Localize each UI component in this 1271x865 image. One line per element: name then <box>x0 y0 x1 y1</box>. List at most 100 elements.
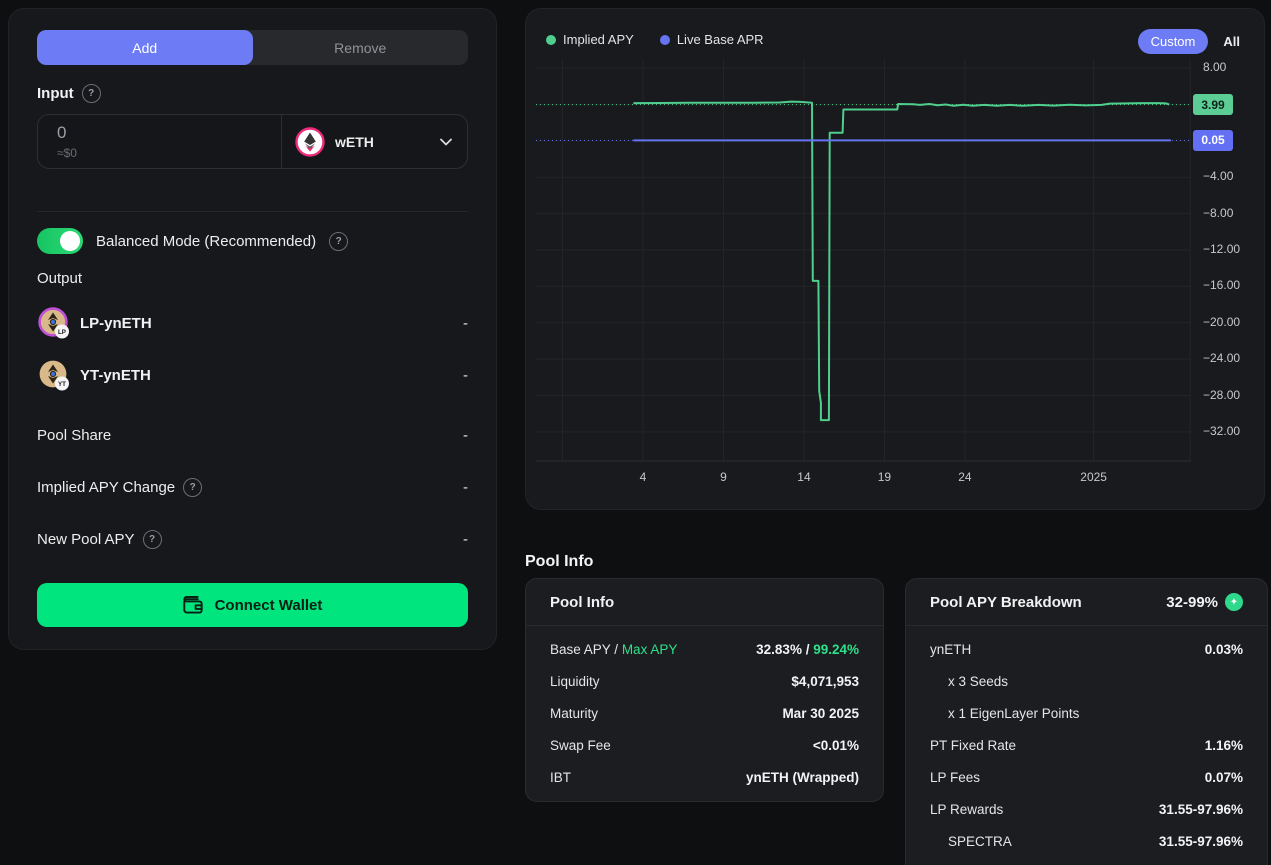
balanced-mode-label: Balanced Mode (Recommended) <box>96 233 316 250</box>
card-row: LP Fees 0.07% <box>930 761 1243 793</box>
card-row-value: <0.01% <box>813 738 859 753</box>
card-row: SPECTRA 31.55-97.96% <box>930 825 1243 857</box>
card-row: PT Fixed Rate 1.16% <box>930 729 1243 761</box>
output-value: - <box>463 315 468 332</box>
summary-value: - <box>463 531 468 548</box>
card-row-value: 32.83% / 99.24% <box>756 642 859 657</box>
tab-add[interactable]: Add <box>37 30 253 65</box>
card-row: IBTynETH (Wrapped) <box>550 761 859 793</box>
sparkle-icon[interactable] <box>1225 593 1243 611</box>
pool-info-card-header: Pool Info <box>526 579 883 626</box>
connect-wallet-label: Connect Wallet <box>215 597 323 614</box>
pool-info-card-title: Pool Info <box>550 594 614 611</box>
card-row-value: 31.55-97.96% <box>1159 834 1243 849</box>
card-row-value: 0.07% <box>1205 770 1243 785</box>
pool-apy-breakdown-card: Pool APY Breakdown 32-99% ynETH 0.03% x 3 … <box>905 578 1268 865</box>
card-row-label: PT Fixed Rate <box>930 738 1016 753</box>
input-label-row: Input <box>37 83 468 103</box>
help-icon[interactable] <box>143 530 162 549</box>
help-icon[interactable] <box>183 478 202 497</box>
card-row-value: 0.03% <box>1205 642 1243 657</box>
divider <box>37 211 468 212</box>
summary-row: Pool Share - <box>37 426 468 444</box>
input-label: Input <box>37 85 74 102</box>
x-axis-label: 24 <box>930 470 1000 484</box>
output-row: LP LP-ynETH- <box>37 306 468 340</box>
pool-apy-card-title: Pool APY Breakdown <box>930 594 1082 611</box>
last-value-badge: 3.99 <box>1193 94 1233 115</box>
pool-info-heading: Pool Info <box>525 553 593 571</box>
svg-text:LP: LP <box>58 329 66 336</box>
card-row-value: Mar 30 2025 <box>782 706 859 721</box>
y-axis-label: −16.00 <box>1203 278 1265 292</box>
output-label: Output <box>37 270 468 288</box>
weth-token-icon <box>295 127 325 157</box>
card-row: Swap Fee<0.01% <box>550 729 859 761</box>
card-row-value: 31.55-97.96% <box>1159 802 1243 817</box>
amount-area[interactable]: 0 ≈$0 <box>38 115 281 168</box>
summary-row: Implied APY Change- <box>37 478 468 496</box>
yt-token-icon: YT <box>37 358 71 392</box>
pool-apy-card-header: Pool APY Breakdown 32-99% <box>906 579 1267 626</box>
chevron-down-icon <box>440 138 452 146</box>
card-row: ynETH 0.03% <box>930 633 1243 665</box>
add-remove-tabs: Add Remove <box>37 30 468 65</box>
summary-label: Implied APY Change <box>37 479 175 496</box>
card-row: x 3 Seeds <box>930 665 1243 697</box>
help-icon[interactable] <box>329 232 348 251</box>
y-axis-label: −28.00 <box>1203 388 1265 402</box>
summary-label: Pool Share <box>37 427 111 444</box>
y-axis-label: −12.00 <box>1203 242 1265 256</box>
card-row-label: ynETH <box>930 642 971 657</box>
summary-value: - <box>463 427 468 444</box>
pool-info-card: Pool Info Base APY / Max APY 32.83% / 99.… <box>525 578 884 802</box>
y-axis-label: −4.00 <box>1203 169 1265 183</box>
card-row-label: LP Fees <box>930 770 980 785</box>
tab-remove[interactable]: Remove <box>253 30 469 65</box>
card-row: LP Rewards31.55-97.96% <box>930 793 1243 825</box>
card-row-label: x 1 EigenLayer Points <box>930 706 1079 721</box>
token-selector[interactable]: wETH <box>281 115 467 168</box>
x-axis-label: 14 <box>769 470 839 484</box>
pool-info-rows: Base APY / Max APY 32.83% / 99.24% Liquidi… <box>526 626 883 803</box>
x-axis-label: 9 <box>688 470 758 484</box>
output-rows: LP LP-ynETH- YT YT-ynETH- <box>37 306 468 392</box>
card-row-value: 1.16% <box>1205 738 1243 753</box>
app-root: Add Remove Input 0 ≈$0 <box>0 0 1271 865</box>
x-axis-label: 4 <box>608 470 678 484</box>
svg-text:YT: YT <box>58 381 66 388</box>
amount-usd-value: ≈$0 <box>57 146 281 160</box>
card-row-value: $4,071,953 <box>791 674 859 689</box>
balanced-mode-row: Balanced Mode (Recommended) <box>37 228 468 254</box>
x-axis-label: 19 <box>849 470 919 484</box>
y-axis-label: −20.00 <box>1203 315 1265 329</box>
card-row: Liquidity $4,071,953 <box>550 665 859 697</box>
summary-rows: Pool Share-Implied APY Change-New Pool A… <box>37 426 468 548</box>
series-implied-apy <box>633 102 1169 421</box>
y-axis-label: 8.00 <box>1203 60 1265 74</box>
balanced-mode-toggle[interactable] <box>37 228 83 254</box>
wallet-icon <box>183 596 204 615</box>
card-row-label: Base APY / Max APY <box>550 642 677 657</box>
card-row-label: x 3 Seeds <box>930 674 1008 689</box>
card-row-label: Liquidity <box>550 674 600 689</box>
output-token-name: YT-ynETH <box>80 367 151 384</box>
y-axis-label: −32.00 <box>1203 424 1265 438</box>
x-axis-label: 2025 <box>1059 470 1129 484</box>
lp-token-icon: LP <box>37 306 71 340</box>
y-axis-label: −8.00 <box>1203 206 1265 220</box>
amount-input[interactable]: 0 <box>57 123 281 143</box>
amount-input-box: 0 ≈$0 wETH <box>37 114 468 169</box>
summary-row: New Pool APY - <box>37 530 468 548</box>
help-icon[interactable] <box>82 84 101 103</box>
card-row-label: Maturity <box>550 706 598 721</box>
pool-apy-range-value: 32-99% <box>1166 594 1218 611</box>
card-row-label: SPECTRA <box>930 834 1012 849</box>
pool-apy-rows: ynETH 0.03% x 3 Seeds x 1 EigenLayer Points… <box>906 626 1267 865</box>
connect-wallet-button[interactable]: Connect Wallet <box>37 583 468 627</box>
card-row: x 1 EigenLayer Points <box>930 697 1243 729</box>
card-row: Base APY / Max APY 32.83% / 99.24% <box>550 633 859 665</box>
card-row-label: IBT <box>550 770 571 785</box>
price-chart[interactable] <box>526 9 1266 511</box>
summary-label: New Pool APY <box>37 531 135 548</box>
